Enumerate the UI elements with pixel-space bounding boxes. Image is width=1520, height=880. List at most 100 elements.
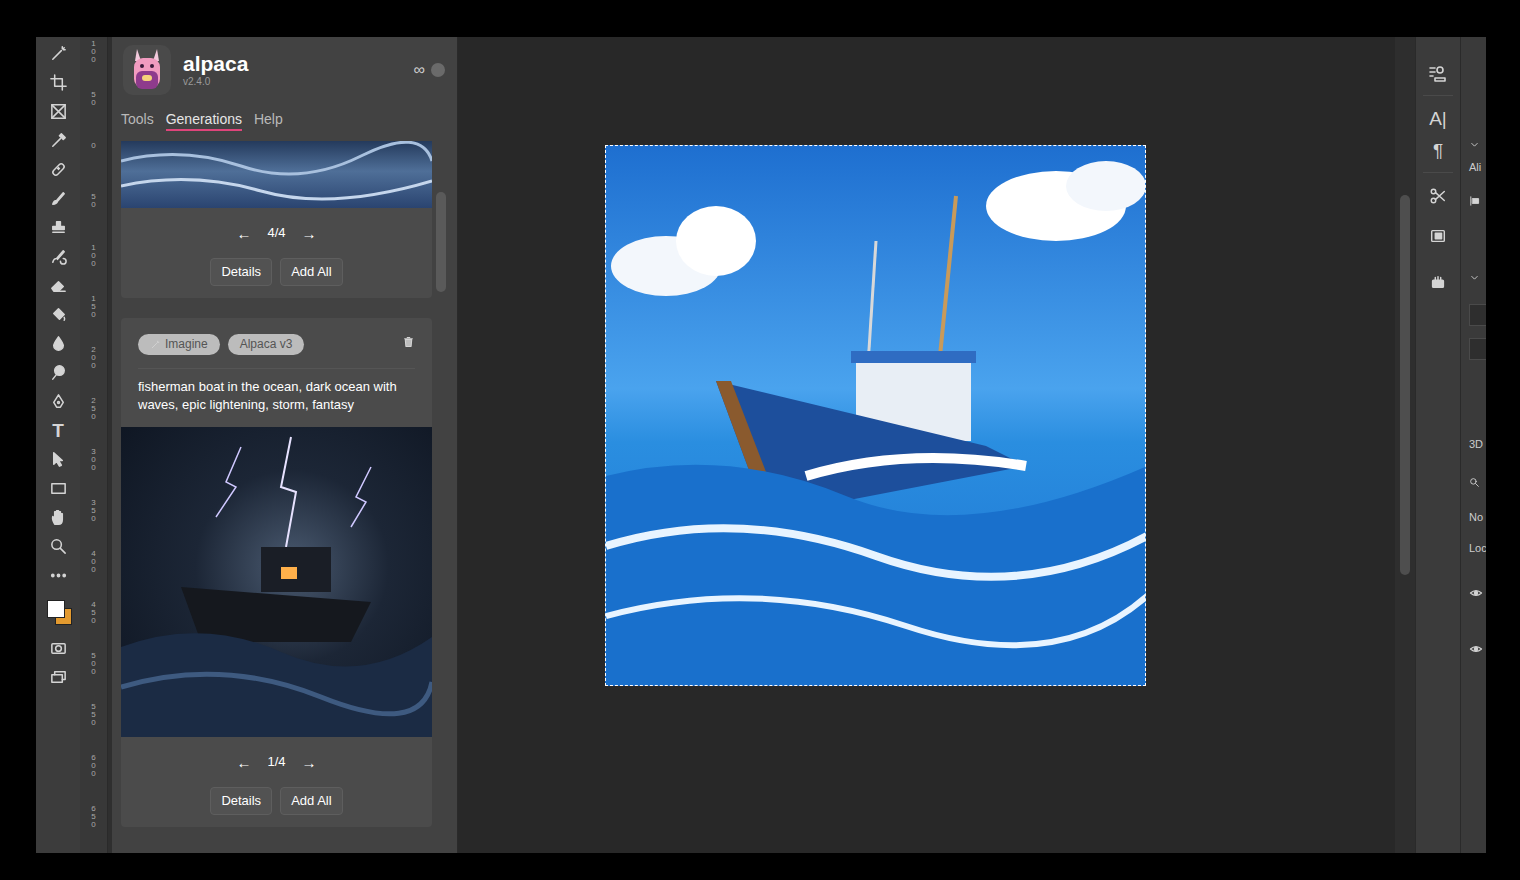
tool-presets-icon[interactable] — [1429, 187, 1447, 205]
properties-button[interactable] — [1416, 213, 1461, 259]
tool-button[interactable] — [36, 300, 80, 329]
search-icon[interactable] — [1469, 477, 1480, 488]
next-button[interactable]: → — [302, 755, 317, 770]
dodge-icon[interactable] — [49, 363, 68, 382]
collapse-toggle[interactable] — [1469, 133, 1486, 157]
canvas-scrollbar[interactable] — [1395, 37, 1415, 853]
tool-presets-button[interactable] — [1416, 179, 1461, 213]
details-button[interactable]: Details — [210, 258, 272, 286]
tab[interactable]: Help — [254, 111, 283, 131]
tool-button[interactable] — [36, 358, 80, 387]
tab-label[interactable]: Generations — [166, 111, 242, 127]
tool-button[interactable] — [36, 532, 80, 561]
tab[interactable]: Tools — [121, 111, 154, 131]
tool-button[interactable] — [36, 242, 80, 271]
eye-icon[interactable] — [1469, 586, 1483, 600]
input-field[interactable] — [1469, 338, 1486, 360]
healing-icon[interactable] — [49, 160, 68, 179]
quick-mask-button[interactable] — [36, 634, 80, 663]
add-all-button[interactable]: Add All — [280, 787, 342, 815]
previous-button[interactable]: ← — [236, 226, 251, 241]
tool-button[interactable]: T — [36, 416, 80, 445]
visibility-toggle[interactable] — [1469, 583, 1486, 607]
tool-button[interactable] — [36, 155, 80, 184]
input-field[interactable] — [1469, 304, 1486, 326]
pen-icon[interactable] — [49, 392, 68, 411]
tool-button[interactable] — [36, 271, 80, 300]
tool-button[interactable] — [36, 387, 80, 416]
hand-icon[interactable] — [49, 508, 68, 527]
tool-button[interactable] — [36, 126, 80, 155]
tool-button[interactable] — [36, 184, 80, 213]
library-icon[interactable] — [1428, 64, 1448, 84]
tool-button[interactable] — [36, 39, 80, 68]
libraries-button[interactable] — [1416, 59, 1461, 89]
chevron-down-icon[interactable] — [1469, 272, 1480, 283]
brush-icon[interactable] — [49, 189, 68, 208]
wand-icon[interactable] — [150, 339, 161, 350]
separator — [138, 368, 415, 369]
plugins-button[interactable] — [1416, 259, 1461, 305]
tool-button[interactable] — [36, 503, 80, 532]
zoom-icon[interactable] — [49, 537, 68, 556]
vertical-ruler: 1005005010015020025030035040045050055060… — [80, 37, 108, 853]
tag-pill[interactable]: Imagine — [138, 334, 220, 355]
tool-button[interactable] — [36, 561, 80, 590]
tool-button[interactable] — [36, 445, 80, 474]
scroll-thumb[interactable] — [436, 192, 446, 292]
more-icon[interactable] — [49, 566, 68, 585]
foreground-color-swatch[interactable] — [47, 600, 65, 618]
visibility-toggle[interactable] — [1469, 639, 1486, 663]
add-all-button[interactable]: Add All — [280, 258, 342, 286]
quick-mask-icon[interactable] — [49, 639, 68, 658]
link-icon[interactable]: ∞ — [414, 62, 425, 78]
select-icon[interactable] — [49, 450, 68, 469]
tab-label[interactable]: Tools — [121, 111, 154, 127]
trash-icon[interactable] — [402, 335, 415, 349]
panel-scrollbar[interactable] — [436, 141, 446, 853]
search-button[interactable] — [1469, 471, 1486, 495]
tab[interactable]: Generations — [166, 111, 242, 131]
plugin-version: v2.4.0 — [183, 77, 248, 87]
generated-image[interactable] — [605, 145, 1146, 686]
frame-icon[interactable] — [49, 102, 68, 121]
tool-button[interactable] — [36, 329, 80, 358]
crop-icon[interactable] — [49, 73, 68, 92]
character-panel-button[interactable]: A| — [1416, 102, 1461, 134]
tool-button[interactable] — [36, 213, 80, 242]
delete-button[interactable] — [402, 332, 415, 356]
generation-image[interactable] — [121, 427, 432, 737]
screen-mode-button[interactable] — [36, 663, 80, 692]
align-left-icon[interactable] — [1469, 195, 1481, 207]
tab-label[interactable]: Help — [254, 111, 283, 127]
eraser-icon[interactable] — [49, 276, 68, 295]
plugin-icon[interactable] — [1429, 273, 1447, 291]
properties-icon[interactable] — [1429, 227, 1447, 245]
details-button[interactable]: Details — [210, 787, 272, 815]
history-icon[interactable] — [49, 247, 68, 266]
tool-button[interactable] — [36, 474, 80, 503]
eyedropper-icon[interactable] — [49, 131, 68, 150]
bucket-icon[interactable] — [49, 305, 68, 324]
stamp-icon[interactable] — [49, 218, 68, 237]
chevron-down-icon[interactable] — [1469, 139, 1480, 150]
tool-button[interactable] — [36, 97, 80, 126]
ruler-label: 600 — [90, 754, 98, 778]
tag-pill[interactable]: Alpaca v3 — [228, 334, 305, 355]
generation-image[interactable] — [121, 141, 432, 208]
tool-button[interactable] — [36, 68, 80, 97]
align-button[interactable] — [1469, 190, 1486, 214]
type-tool-label[interactable]: T — [52, 421, 64, 440]
paragraph-panel-button[interactable]: ¶ — [1416, 134, 1461, 166]
previous-button[interactable]: ← — [236, 755, 251, 770]
rect-icon[interactable] — [49, 479, 68, 498]
drop-icon[interactable] — [49, 334, 68, 353]
color-swatches[interactable] — [43, 594, 73, 628]
screen-mode-icon[interactable] — [49, 668, 68, 687]
scroll-thumb[interactable] — [1400, 195, 1410, 575]
ruler-tick: 50 — [90, 193, 98, 244]
next-button[interactable]: → — [302, 226, 317, 241]
collapse-toggle[interactable] — [1469, 266, 1486, 290]
wand-icon[interactable] — [49, 44, 68, 63]
eye-icon[interactable] — [1469, 642, 1483, 656]
